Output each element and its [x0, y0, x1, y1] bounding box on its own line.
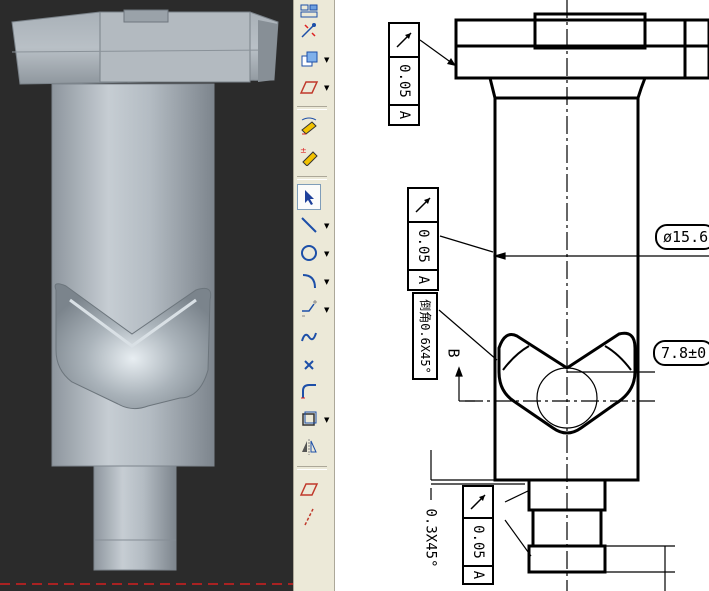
chevron-down-icon[interactable]: ▼: [324, 56, 329, 64]
geometric-tolerance-frame[interactable]: 0.05 A: [388, 22, 420, 126]
spline-tool-icon[interactable]: [297, 326, 321, 348]
section-label[interactable]: B: [445, 348, 463, 357]
geometric-tolerance-frame[interactable]: 0.05 A: [462, 485, 494, 585]
fillet-tool-icon[interactable]: [297, 380, 321, 402]
chevron-down-icon[interactable]: ▼: [324, 250, 329, 258]
chevron-down-icon[interactable]: ▼: [324, 84, 329, 92]
datum-label: A: [415, 275, 431, 285]
datum-cell: A: [409, 269, 437, 289]
toolbar-separator: [297, 106, 327, 110]
datum-cell: A: [464, 565, 492, 583]
bottom-chamfer-dimension[interactable]: 0.3X45°: [423, 508, 439, 567]
position-dimension[interactable]: 7.8±0: [653, 340, 709, 366]
datum-cell: A: [390, 104, 418, 124]
mirror-tool-icon[interactable]: [297, 436, 321, 458]
position-value: 7.8±0: [661, 344, 707, 362]
toolbar-separator: [297, 176, 327, 180]
point-tool-icon[interactable]: [297, 354, 321, 376]
sketch-plane-icon[interactable]: [297, 76, 321, 98]
bottom-chamfer-value: 0.3X45°: [422, 508, 439, 568]
smart-dimension-icon[interactable]: [297, 20, 321, 42]
chamfer-note-box[interactable]: 倒角0.6X45°: [412, 292, 438, 380]
part-model-render: [0, 9, 293, 585]
chevron-down-icon[interactable]: ▼: [324, 222, 329, 230]
circle-tool-icon[interactable]: [297, 242, 321, 264]
datum-label: A: [396, 110, 412, 120]
tolerance-value-cell: 0.05: [409, 221, 437, 269]
chevron-down-icon[interactable]: ▼: [324, 416, 329, 424]
3d-model-viewport[interactable]: [0, 0, 293, 591]
dimension-xyz-icon[interactable]: ±: [297, 144, 321, 166]
arc-tool-icon[interactable]: [297, 270, 321, 292]
runout-icon: [390, 26, 418, 54]
svg-text:±: ±: [300, 146, 307, 155]
sketch-toolbar: ▼ ▼ ± ▼ ▼ ▼ ▼ ▼: [293, 0, 335, 591]
offset-tool-icon[interactable]: [297, 408, 321, 430]
toolbar-separator: [297, 466, 327, 470]
plane-icon[interactable]: [297, 478, 321, 500]
view-icon[interactable]: [297, 0, 321, 22]
annotation-icon[interactable]: [297, 116, 321, 138]
runout-icon: [464, 489, 492, 515]
chevron-down-icon[interactable]: ▼: [324, 278, 329, 286]
chamfer-note: 倒角0.6X45°: [417, 298, 432, 374]
datum-label: A: [470, 570, 486, 580]
diameter-dimension[interactable]: ø15.6: [655, 224, 709, 250]
line-tool-icon[interactable]: [297, 214, 321, 236]
tolerance-value-cell: 0.05: [464, 517, 492, 565]
tolerance-value-cell: 0.05: [390, 56, 418, 104]
centerline-icon[interactable]: [297, 298, 321, 320]
display-style-icon[interactable]: [297, 48, 321, 70]
construction-line-icon[interactable]: [297, 506, 321, 528]
diameter-value: ø15.6: [663, 228, 709, 246]
select-pointer-icon[interactable]: [297, 184, 321, 210]
tolerance-value: 0.05: [396, 64, 412, 98]
tolerance-value: 0.05: [470, 525, 486, 559]
geometric-tolerance-frame[interactable]: 0.05 A: [407, 187, 439, 291]
runout-icon: [409, 191, 437, 219]
engineering-drawing[interactable]: 0.05 A 0.05 A 倒角0.6X45° 0.05 A ø15.6 7.8…: [335, 0, 709, 591]
tolerance-value: 0.05: [415, 229, 431, 263]
chevron-down-icon[interactable]: ▼: [324, 306, 329, 314]
section-letter: B: [444, 348, 463, 358]
